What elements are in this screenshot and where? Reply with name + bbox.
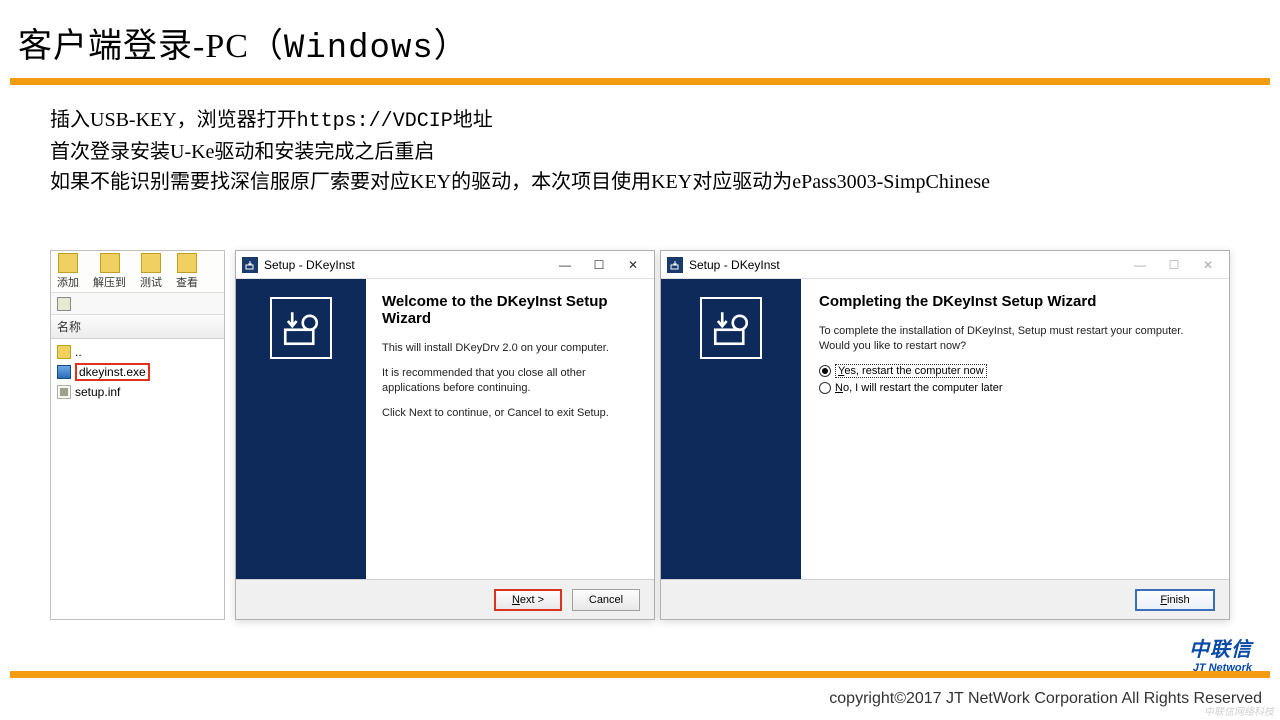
titlebar[interactable]: Setup - DKeyInst — ☐ ✕ — [236, 251, 654, 279]
title-text: 客户端登录-PC（ — [18, 28, 284, 65]
cancel-button[interactable]: Cancel — [572, 589, 640, 611]
title-end: ） — [434, 28, 469, 65]
list-item-exe[interactable]: dkeyinst.exe — [57, 361, 218, 383]
setup-text-3: Click Next to continue, or Cancel to exi… — [382, 406, 638, 421]
setup-window-complete: Setup - DKeyInst — ☐ ✕ Completing the DK… — [660, 250, 1230, 620]
app-icon — [667, 257, 683, 273]
body-line2: 首次登录安装U-Ke驱动和安装完成之后重启 — [50, 137, 1230, 167]
radio-restart-yes[interactable]: Yes, restart the computer now — [819, 364, 1211, 378]
titlebar-text: Setup - DKeyInst — [264, 258, 548, 272]
tb-add-label: 添加 — [57, 274, 79, 290]
body-line1c: 地址 — [453, 109, 493, 131]
body-line1a: 插入USB-KEY，浏览器打开 — [50, 109, 297, 131]
add-icon — [58, 253, 78, 273]
extract-icon — [100, 253, 120, 273]
list-item-inf[interactable]: setup.inf — [57, 383, 218, 401]
tb-test-label: 测试 — [140, 274, 162, 290]
maximize-button: ☐ — [1157, 254, 1191, 276]
list-item-up[interactable]: .. — [57, 343, 218, 361]
exe-icon — [57, 365, 71, 379]
setup-heading: Completing the DKeyInst Setup Wizard — [819, 293, 1211, 310]
explorer-toolbar: 添加 解压到 测试 查看 — [51, 251, 224, 293]
radio-icon — [819, 365, 831, 377]
minimize-button[interactable]: — — [548, 254, 582, 276]
body-line1-url: https://VDCIP — [297, 110, 453, 133]
titlebar[interactable]: Setup - DKeyInst — ☐ ✕ — [661, 251, 1229, 279]
finish-button[interactable]: Finish — [1135, 589, 1215, 611]
setup-text-1: To complete the installation of DKeyInst… — [819, 324, 1211, 354]
installer-logo-icon — [700, 297, 762, 359]
app-icon — [242, 257, 258, 273]
radio-no-label: o, I will restart the computer later — [843, 382, 1003, 394]
tb-add[interactable]: 添加 — [57, 253, 79, 290]
inf-icon — [57, 385, 71, 399]
body-line3: 如果不能识别需要找深信服原厂索要对应KEY的驱动，本次项目使用KEY对应驱动为e… — [50, 167, 1230, 197]
column-header-name[interactable]: 名称 — [51, 315, 224, 339]
title-win: Windows — [284, 30, 434, 68]
test-icon — [141, 253, 161, 273]
next-button[interactable]: Next > — [494, 589, 562, 611]
setup-footer: Next > Cancel — [236, 579, 654, 619]
folder-icon — [57, 297, 71, 311]
setup-body: Completing the DKeyInst Setup Wizard To … — [661, 279, 1229, 579]
copyright-text: copyright©2017 JT NetWork Corporation Al… — [829, 690, 1262, 708]
folder-up-icon — [57, 345, 71, 359]
logo-cn-text: 中联信 — [1189, 633, 1252, 662]
setup-heading: Welcome to the DKeyInst Setup Wizard — [382, 293, 638, 327]
tb-extract-label: 解压到 — [93, 274, 126, 290]
setup-main: Welcome to the DKeyInst Setup Wizard Thi… — [366, 279, 654, 579]
setup-body: Welcome to the DKeyInst Setup Wizard Thi… — [236, 279, 654, 579]
radio-icon — [819, 382, 831, 394]
setup-main: Completing the DKeyInst Setup Wizard To … — [801, 279, 1229, 579]
tb-test[interactable]: 测试 — [140, 253, 162, 290]
footer-logo: 中联信 JT Network — [1189, 633, 1252, 674]
tb-extract[interactable]: 解压到 — [93, 253, 126, 290]
watermark-text: 中联信网络科技 — [1204, 703, 1274, 718]
setup-footer: Finish — [661, 579, 1229, 619]
installer-logo-icon — [270, 297, 332, 359]
title-divider — [10, 78, 1270, 85]
setup-text-2: It is recommended that you close all oth… — [382, 366, 638, 396]
screenshots-region: 添加 解压到 测试 查看 名称 .. dkeyinst.exe setup.in… — [40, 245, 1240, 625]
address-bar[interactable] — [51, 293, 224, 315]
tb-view-label: 查看 — [176, 274, 198, 290]
radio-yes-label: es, restart the computer now — [844, 365, 983, 377]
maximize-button[interactable]: ☐ — [582, 254, 616, 276]
slide-title: 客户端登录-PC（Windows） — [0, 0, 1280, 78]
side-panel — [661, 279, 801, 579]
footer-divider — [10, 671, 1270, 678]
setup-window-welcome: Setup - DKeyInst — ☐ ✕ Welcome to the DK… — [235, 250, 655, 620]
tb-view[interactable]: 查看 — [176, 253, 198, 290]
body-text: 插入USB-KEY，浏览器打开https://VDCIP地址 首次登录安装U-K… — [0, 85, 1280, 197]
next-label: ext > — [520, 594, 544, 606]
close-button[interactable]: ✕ — [616, 254, 650, 276]
close-button[interactable]: ✕ — [1191, 254, 1225, 276]
side-panel — [236, 279, 366, 579]
explorer-window: 添加 解压到 测试 查看 名称 .. dkeyinst.exe setup.in… — [50, 250, 225, 620]
minimize-button[interactable]: — — [1123, 254, 1157, 276]
titlebar-text: Setup - DKeyInst — [689, 258, 1123, 272]
item-inf-label: setup.inf — [75, 385, 120, 399]
radio-restart-no[interactable]: No, I will restart the computer later — [819, 382, 1211, 394]
item-up-label: .. — [75, 345, 82, 359]
item-exe-label: dkeyinst.exe — [75, 363, 150, 381]
file-list: .. dkeyinst.exe setup.inf — [51, 339, 224, 405]
setup-text-1: This will install DKeyDrv 2.0 on your co… — [382, 341, 638, 356]
view-icon — [177, 253, 197, 273]
finish-label: inish — [1167, 594, 1190, 606]
